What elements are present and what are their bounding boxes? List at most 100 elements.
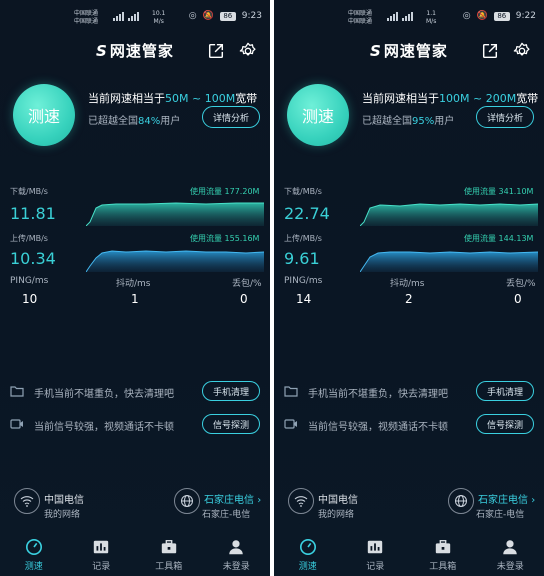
- net-speed: 10.1 M/s: [152, 10, 165, 26]
- share-icon[interactable]: [481, 42, 499, 60]
- gear-icon[interactable]: [239, 42, 257, 60]
- speed-equivalence: 当前网速相当于50M ~ 100M宽带: [88, 90, 257, 106]
- jitter-value: 1: [131, 292, 139, 306]
- signal-icon: [387, 12, 413, 21]
- server-city-sub: 石家庄-电信: [202, 510, 251, 520]
- download-value: 22.74: [284, 204, 330, 223]
- carrier-1: 中国联通: [74, 10, 99, 17]
- download-value: 11.81: [10, 204, 56, 223]
- jitter-label: 抖动/ms: [116, 279, 151, 289]
- chevron-right-icon: ›: [257, 495, 262, 506]
- beat-percentage: 已超越全国95%用户: [362, 112, 454, 127]
- eye-icon: ◎: [462, 11, 471, 21]
- battery-icon: 86: [493, 11, 510, 21]
- download-graph: [360, 203, 538, 226]
- beat-suffix: 用户: [160, 116, 181, 127]
- status-right: ◎ 🔕 86 9:22: [463, 11, 536, 21]
- bottom-nav: 测速 记录 工具箱 未登录: [0, 536, 270, 576]
- status-bar: 中国联通 中国联通 1.1 M/s ◎ 🔕 86 9:22: [274, 8, 544, 26]
- signal-detect-button[interactable]: 信号探测: [202, 414, 260, 434]
- ping-label: PING/ms: [284, 276, 323, 286]
- video-icon: [10, 419, 23, 429]
- server-city[interactable]: 石家庄电信 ›: [478, 491, 535, 506]
- speed-test-button[interactable]: 测速: [287, 84, 349, 146]
- jitter-value: 2: [405, 292, 413, 306]
- network-sub: 我的网络: [44, 510, 81, 520]
- download-label: 下载/MB/s: [10, 187, 48, 196]
- loss-value: 0: [514, 292, 522, 306]
- loss-label: 丢包/%: [506, 279, 536, 289]
- carrier-labels: 中国联通 中国联通: [348, 10, 372, 26]
- nav-speedtest[interactable]: 测速: [0, 536, 68, 576]
- speedometer-icon: [299, 538, 316, 556]
- carrier-labels: 中国联通 中国联通: [74, 10, 98, 26]
- mute-icon: 🔕: [476, 11, 488, 21]
- clock: 9:22: [515, 11, 536, 21]
- equiv-suffix: 宽带: [235, 92, 258, 105]
- clock: 9:23: [241, 11, 262, 21]
- phone-clean-button[interactable]: 手机清理: [202, 381, 260, 401]
- upload-label: 上传/MB/s: [284, 234, 322, 243]
- app-logo: S 网速管家: [370, 40, 448, 61]
- jitter-label: 抖动/ms: [390, 279, 425, 289]
- speed-test-button[interactable]: 测速: [13, 84, 75, 146]
- logo-mark-icon: S: [370, 42, 382, 60]
- upload-value: 10.34: [10, 249, 56, 268]
- equiv-range: 50M ~ 100M: [165, 92, 236, 105]
- download-label: 下载/MB/s: [284, 187, 322, 196]
- nav-label-profile: 未登录: [496, 562, 524, 572]
- equiv-prefix: 当前网速相当于: [88, 92, 165, 105]
- carrier-2: 中国联通: [74, 18, 99, 25]
- phone-screen-right: 中国联通 中国联通 1.1 M/s ◎ 🔕 86 9:22 S 网速管家 测速 …: [274, 0, 544, 576]
- wifi-icon: [14, 488, 40, 514]
- tip-clean-text: 手机当前不堪重负，快去清理吧: [34, 389, 174, 400]
- detail-analysis-button[interactable]: 详情分析: [202, 106, 260, 128]
- screenshot-pair: 中国联通 中国联通 10.1 M/s ◎ 🔕 86 9:23 S 网速管家 测速…: [0, 0, 544, 576]
- speed-equivalence: 当前网速相当于100M ~ 200M宽带: [362, 90, 538, 106]
- net-speed-unit: M/s: [153, 18, 164, 25]
- nav-records[interactable]: 记录: [342, 536, 410, 576]
- globe-icon[interactable]: [174, 488, 200, 514]
- net-speed-value: 1.1: [426, 10, 436, 17]
- nav-records[interactable]: 记录: [68, 536, 136, 576]
- video-icon: [284, 419, 297, 429]
- nav-toolbox[interactable]: 工具箱: [135, 536, 203, 576]
- gear-icon[interactable]: [513, 42, 531, 60]
- network-name: 中国电信: [318, 495, 358, 506]
- battery-icon: 86: [219, 11, 236, 21]
- ping-value: 14: [296, 292, 312, 306]
- tip-signal-text: 当前信号较强，视频通话不卡顿: [308, 422, 448, 433]
- detail-analysis-button[interactable]: 详情分析: [476, 106, 534, 128]
- wifi-icon: [288, 488, 314, 514]
- signal-detect-button[interactable]: 信号探测: [476, 414, 534, 434]
- nav-toolbox[interactable]: 工具箱: [409, 536, 477, 576]
- net-speed-unit: M/s: [426, 18, 437, 25]
- nav-label-toolbox: 工具箱: [429, 562, 457, 572]
- net-speed-value: 10.1: [152, 10, 166, 17]
- loss-label: 丢包/%: [232, 279, 262, 289]
- beat-prefix: 已超越全国: [88, 116, 138, 127]
- beat-suffix: 用户: [434, 116, 455, 127]
- nav-profile[interactable]: 未登录: [203, 536, 271, 576]
- upload-value: 9.61: [284, 249, 320, 268]
- signal-icon: [113, 12, 139, 21]
- upload-label: 上传/MB/s: [10, 234, 48, 243]
- share-icon[interactable]: [207, 42, 225, 60]
- nav-label-speedtest: 测速: [298, 562, 317, 572]
- phone-clean-button[interactable]: 手机清理: [476, 381, 534, 401]
- carrier-2: 中国联通: [348, 18, 373, 25]
- bar-chart-icon: [368, 540, 383, 554]
- network-sub: 我的网络: [318, 510, 355, 520]
- nav-profile[interactable]: 未登录: [477, 536, 544, 576]
- server-city[interactable]: 石家庄电信 ›: [204, 491, 261, 506]
- folder-icon: [284, 386, 298, 397]
- globe-icon[interactable]: [448, 488, 474, 514]
- beat-percentage: 已超越全国84%用户: [88, 112, 180, 127]
- server-city-label: 石家庄电信: [204, 495, 254, 506]
- loss-value: 0: [240, 292, 248, 306]
- status-right: ◎ 🔕 86 9:23: [189, 11, 262, 21]
- bar-chart-icon: [94, 540, 109, 554]
- toolbox-icon: [161, 540, 176, 554]
- nav-speedtest[interactable]: 测速: [274, 536, 342, 576]
- tip-signal-text: 当前信号较强，视频通话不卡顿: [34, 422, 174, 433]
